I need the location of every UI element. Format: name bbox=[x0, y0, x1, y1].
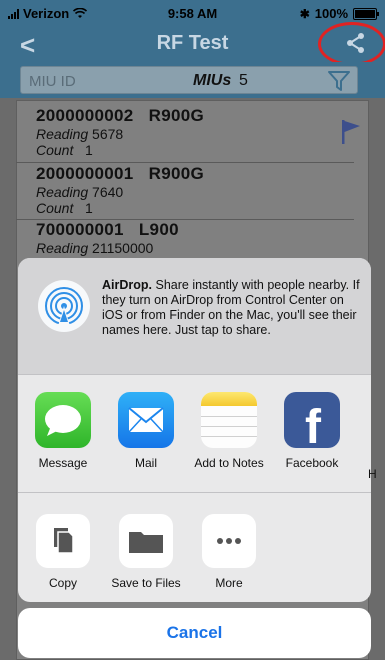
mail-icon bbox=[118, 392, 174, 448]
folder-icon bbox=[119, 514, 173, 568]
miu-id-input[interactable] bbox=[27, 70, 181, 92]
airdrop-description: AirDrop. Share instantly with people nea… bbox=[102, 278, 360, 337]
more-icon bbox=[202, 514, 256, 568]
share-app-notes[interactable]: Add to Notes bbox=[194, 392, 264, 470]
share-highlight-annotation bbox=[318, 22, 385, 66]
copy-icon bbox=[36, 514, 90, 568]
miu-search-field: MIUs 5 bbox=[20, 66, 358, 94]
list-item[interactable]: 700000001 L900 Reading 21150000 bbox=[36, 220, 356, 256]
share-action-save-to-files[interactable]: Save to Files bbox=[111, 514, 181, 590]
miu-id-row-3: 700000001 L900 bbox=[36, 220, 179, 239]
notes-icon bbox=[201, 392, 257, 448]
facebook-icon: f bbox=[284, 392, 340, 448]
message-icon bbox=[35, 392, 91, 448]
airdrop-icon bbox=[38, 280, 90, 332]
share-sheet: AirDrop. Share instantly with people nea… bbox=[18, 258, 371, 602]
share-app-partial[interactable]: H bbox=[368, 467, 377, 481]
search-bar: MIUs 5 bbox=[0, 62, 385, 98]
row-divider bbox=[16, 162, 354, 163]
share-app-mail[interactable]: Mail bbox=[111, 392, 181, 470]
flag-icon[interactable] bbox=[340, 118, 362, 146]
share-action-more[interactable]: More bbox=[194, 514, 264, 590]
reading-row-1: Reading 5678 bbox=[36, 126, 124, 142]
reading-row-2: Reading 7640 bbox=[36, 184, 124, 200]
airdrop-section[interactable]: AirDrop. Share instantly with people nea… bbox=[18, 258, 371, 374]
cancel-label: Cancel bbox=[166, 623, 223, 642]
share-app-message[interactable]: Message bbox=[28, 392, 98, 470]
mius-label: MIUs bbox=[193, 72, 232, 89]
list-item[interactable]: 2000000002 R900G Reading 5678 Count 1 bbox=[36, 106, 356, 158]
reading-row-3: Reading 21150000 bbox=[36, 240, 154, 256]
count-row-1: Count 1 bbox=[36, 142, 93, 158]
sheet-divider bbox=[18, 492, 371, 493]
battery-icon bbox=[353, 7, 379, 20]
mius-count: 5 bbox=[239, 72, 248, 89]
list-item[interactable]: 2000000001 R900G Reading 7640 Count 1 bbox=[36, 164, 356, 216]
count-row-2: Count 1 bbox=[36, 200, 93, 216]
battery-percent: 100% bbox=[314, 6, 348, 21]
cancel-button[interactable]: Cancel bbox=[18, 608, 371, 658]
share-action-copy[interactable]: Copy bbox=[28, 514, 98, 590]
filter-icon[interactable] bbox=[327, 69, 351, 93]
miu-id-row-1: 2000000002 R900G bbox=[36, 106, 204, 125]
bluetooth-icon: ✱ bbox=[299, 6, 310, 21]
status-bar: Verizon 9:58 AM ✱ 100% bbox=[0, 0, 385, 26]
share-app-facebook[interactable]: f Facebook bbox=[277, 392, 347, 470]
miu-id-row-2: 2000000001 R900G bbox=[36, 164, 204, 183]
sheet-divider bbox=[18, 374, 371, 375]
